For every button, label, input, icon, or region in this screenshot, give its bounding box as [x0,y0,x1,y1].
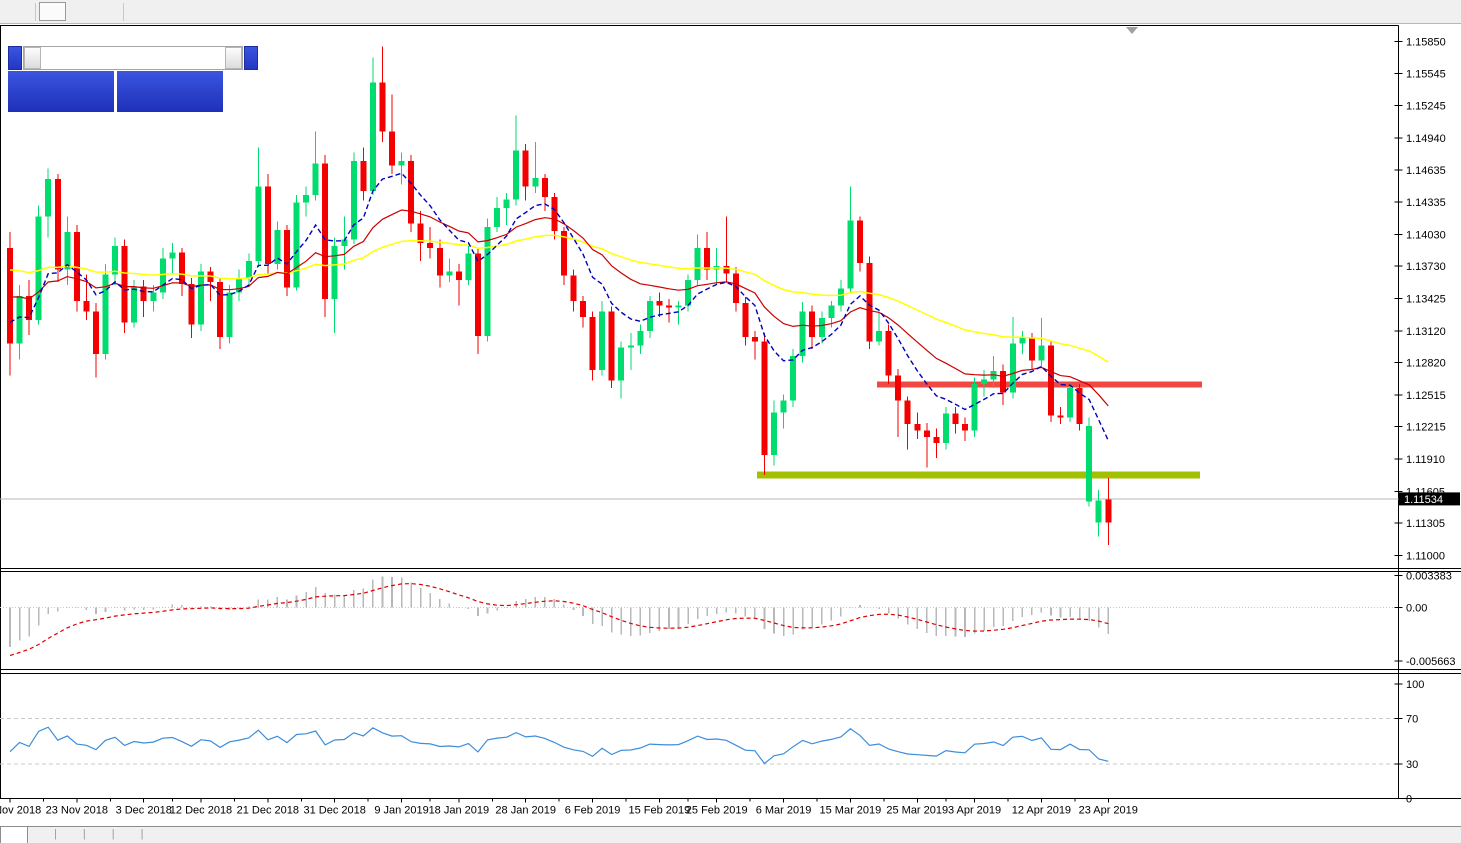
svg-text:1.12820: 1.12820 [1406,358,1446,370]
svg-text:15 Mar 2019: 15 Mar 2019 [820,805,882,817]
rsi-line [10,727,1108,763]
svg-text:6 Mar 2019: 6 Mar 2019 [756,805,812,817]
svg-text:3 Apr 2019: 3 Apr 2019 [948,805,1001,817]
svg-text:70: 70 [1406,713,1418,725]
svg-text:1.15850: 1.15850 [1406,36,1446,48]
svg-text:23 Nov 2018: 23 Nov 2018 [46,805,108,817]
trend-lines [757,384,1202,475]
svg-text:1.14940: 1.14940 [1406,133,1446,145]
svg-text:0: 0 [1406,794,1412,806]
moving-averages [10,173,1108,440]
volume-spinner [23,46,243,70]
current-price-tag: 1.11534 [1399,492,1460,506]
rsi-pane: 100 70 30 0 [0,679,1424,806]
mid-ma [10,210,1108,406]
svg-text:1.11910: 1.11910 [1406,454,1445,466]
svg-text:1.15245: 1.15245 [1406,101,1446,113]
tab-usdcad-daily[interactable] [86,827,112,843]
svg-text:1.13120: 1.13120 [1406,326,1446,338]
volume-decrease-button[interactable] [24,47,41,69]
svg-text:25 Feb 2019: 25 Feb 2019 [686,805,748,817]
macd-pane: 0.003383 0.00 -0.005663 [0,570,1456,668]
chart-canvas[interactable]: 1.15850 1.15545 1.15245 1.14940 1.14635 1.143… [0,0,1461,826]
sell-button[interactable] [8,46,22,70]
svg-text:23 Apr 2019: 23 Apr 2019 [1079,805,1138,817]
volume-increase-button[interactable] [225,47,242,69]
chart-title [10,27,23,39]
svg-text:1.13730: 1.13730 [1406,261,1446,273]
svg-text:0.003383: 0.003383 [1406,570,1452,582]
fast-ma [10,173,1108,440]
tab-usdchf-daily[interactable] [57,827,83,843]
tab-usdcnh-daily[interactable] [115,827,141,843]
macd-signal-line [10,584,1108,656]
svg-text:0.00: 0.00 [1406,603,1427,615]
svg-text:3 Dec 2018: 3 Dec 2018 [116,805,172,817]
chart-tab-bar: | | | | [0,826,1461,843]
price-axis: 1.15850 1.15545 1.15245 1.14940 1.14635 1.143… [1395,36,1446,562]
svg-text:1.11305: 1.11305 [1406,518,1445,530]
svg-text:15 Feb 2019: 15 Feb 2019 [629,805,691,817]
svg-text:1.15545: 1.15545 [1406,69,1446,81]
svg-text:14 Nov 2018: 14 Nov 2018 [0,805,41,817]
svg-text:12 Apr 2019: 12 Apr 2019 [1012,805,1071,817]
svg-text:12 Dec 2018: 12 Dec 2018 [170,805,232,817]
sell-price-panel[interactable] [8,71,114,112]
svg-text:1.12215: 1.12215 [1406,422,1446,434]
svg-text:1.11534: 1.11534 [1404,494,1443,506]
svg-text:-0.005663: -0.005663 [1406,656,1456,668]
svg-text:1.14635: 1.14635 [1406,165,1446,177]
svg-text:1.13425: 1.13425 [1406,293,1446,305]
svg-text:30: 30 [1406,759,1418,771]
chart-shift-marker-icon [1126,27,1138,34]
buy-price-panel[interactable] [117,71,223,112]
svg-text:1.12515: 1.12515 [1406,390,1446,402]
svg-text:25 Mar 2019: 25 Mar 2019 [886,805,948,817]
volume-input[interactable] [41,47,225,69]
svg-text:1.14030: 1.14030 [1406,229,1446,241]
candles [7,47,1111,545]
tab-separator: | [141,827,144,843]
date-axis: 14 Nov 2018 23 Nov 2018 3 Dec 201812 Dec 2… [0,799,1138,817]
svg-text:9 Jan 2019: 9 Jan 2019 [374,805,428,817]
svg-text:100: 100 [1406,679,1424,691]
buy-button[interactable] [244,46,258,70]
tab-eurusd-daily[interactable] [0,827,28,843]
svg-text:28 Jan 2019: 28 Jan 2019 [495,805,556,817]
one-click-trading-panel [8,46,225,112]
svg-text:21 Dec 2018: 21 Dec 2018 [237,805,299,817]
chart-frame [0,26,1461,799]
svg-text:1.11000: 1.11000 [1406,551,1445,563]
svg-text:31 Dec 2018: 31 Dec 2018 [304,805,366,817]
svg-text:6 Feb 2019: 6 Feb 2019 [565,805,621,817]
svg-text:1.14335: 1.14335 [1406,197,1446,209]
svg-text:18 Jan 2019: 18 Jan 2019 [429,805,490,817]
tab-audusd-daily[interactable] [28,827,54,843]
